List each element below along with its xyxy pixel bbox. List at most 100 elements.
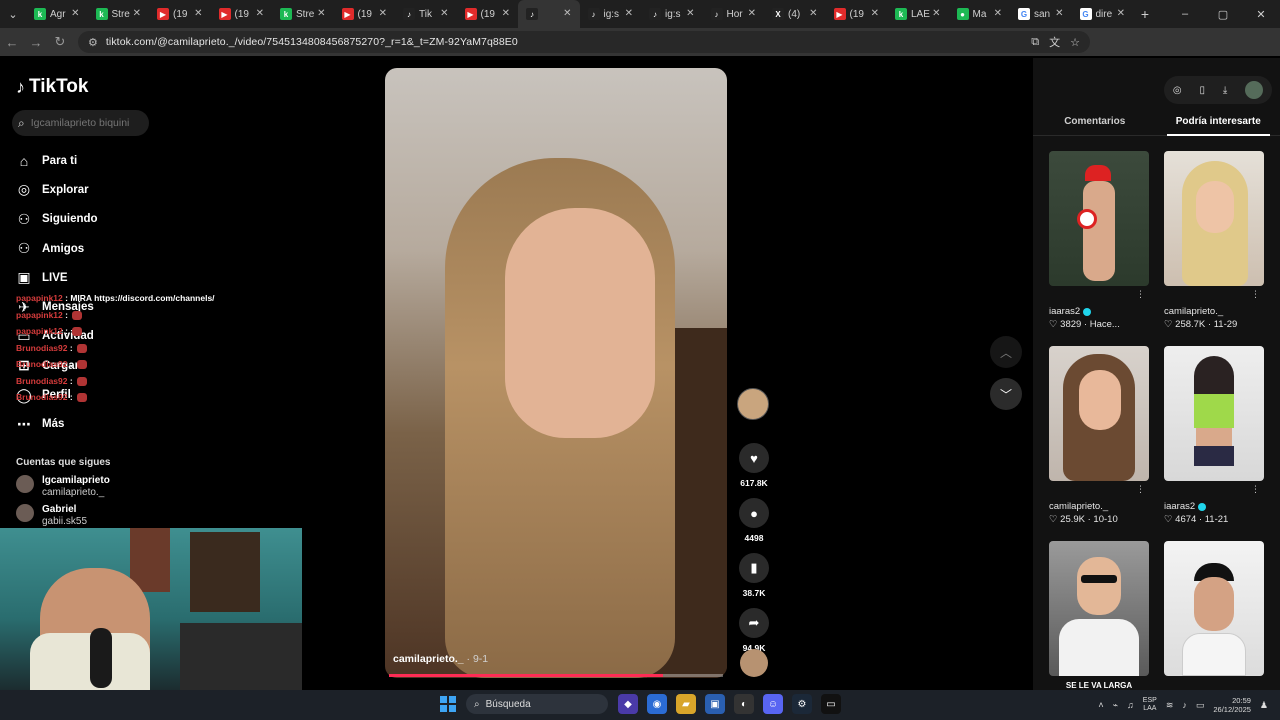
- sidebar-item-explorar[interactable]: ◎ Explorar: [16, 175, 98, 204]
- install-app-icon[interactable]: ⧉: [1031, 36, 1039, 49]
- obs-icon[interactable]: ◐: [734, 694, 754, 714]
- recommended-video-card[interactable]: ⋮ iaaras2 ♡ 4674 · 11-21: [1164, 346, 1264, 541]
- card-author[interactable]: iaaras2: [1164, 501, 1207, 512]
- share-icon[interactable]: ➦: [739, 608, 769, 638]
- sidebar-item-live[interactable]: ▣ LIVE: [16, 263, 98, 292]
- chevron-up-icon[interactable]: ˄: [1098, 700, 1103, 710]
- discord-icon[interactable]: ☺: [763, 694, 783, 714]
- browser-tab[interactable]: X (4) ✕: [764, 0, 826, 28]
- copilot-icon[interactable]: ◆: [618, 694, 638, 714]
- more-options-icon[interactable]: ⋮: [1136, 484, 1145, 495]
- close-tab-icon[interactable]: ✕: [932, 8, 940, 19]
- video-thumbnail[interactable]: [1164, 151, 1264, 286]
- close-tab-icon[interactable]: ✕: [1117, 8, 1125, 19]
- store-icon[interactable]: ▣: [705, 694, 725, 714]
- heart-icon[interactable]: ♥: [739, 443, 769, 473]
- close-window-icon[interactable]: ✕: [1242, 8, 1280, 21]
- browser-tab[interactable]: ♪ ig:s ✕: [641, 0, 703, 28]
- browser-tab[interactable]: k Stre ✕: [88, 0, 150, 28]
- tiktok-logo[interactable]: ♪ TikTok: [16, 76, 88, 98]
- sidebar-item-m-s[interactable]: ⋯ Más: [16, 410, 98, 439]
- recommended-video-card[interactable]: ⋮ camilaprieto._ ♡ 258.7K · 11-29: [1164, 151, 1264, 346]
- sidebar-item-amigos[interactable]: ⚇ Amigos: [16, 234, 98, 263]
- save-action[interactable]: ▮ 38.7K: [737, 553, 771, 598]
- new-tab-button[interactable]: +: [1133, 6, 1157, 22]
- browser-tab[interactable]: ♪ ✕: [518, 0, 580, 28]
- more-options-icon[interactable]: ⋮: [1251, 484, 1260, 495]
- wifi-icon[interactable]: ≋: [1166, 700, 1174, 711]
- clock[interactable]: 20:59 26/12/2025: [1213, 696, 1251, 714]
- following-account[interactable]: lgcamilaprieto camilaprieto._: [16, 475, 110, 499]
- close-tab-icon[interactable]: ✕: [256, 8, 264, 19]
- explore-icon[interactable]: ◎: [1173, 85, 1182, 96]
- video-thumbnail[interactable]: [1049, 151, 1149, 286]
- next-video-icon[interactable]: ﹀: [990, 378, 1022, 410]
- browser-tab[interactable]: k Agr ✕: [26, 0, 88, 28]
- following-account[interactable]: Gabriel gabii.sk55: [16, 504, 87, 528]
- more-options-icon[interactable]: ⋮: [1251, 289, 1260, 300]
- language-indicator[interactable]: ESP LAA: [1143, 697, 1157, 713]
- browser-tab[interactable]: ▶ (19 ✕: [334, 0, 396, 28]
- browser-tab[interactable]: ♪ Hor ✕: [703, 0, 765, 28]
- close-tab-icon[interactable]: ✕: [502, 8, 510, 19]
- browser-tab[interactable]: ▶ (19 ✕: [149, 0, 211, 28]
- previous-video-icon[interactable]: ︿: [990, 336, 1022, 368]
- sidebar-item-para-ti[interactable]: ⌂ Para ti: [16, 146, 98, 175]
- close-tab-icon[interactable]: ✕: [317, 8, 325, 19]
- windows-start-icon[interactable]: [440, 696, 456, 712]
- video-author[interactable]: camilaprieto._: [393, 653, 464, 665]
- close-tab-icon[interactable]: ✕: [686, 8, 694, 19]
- minimize-icon[interactable]: –: [1166, 8, 1204, 20]
- close-tab-icon[interactable]: ✕: [563, 8, 571, 19]
- browser-tab[interactable]: k Stre ✕: [272, 0, 334, 28]
- terminal-icon[interactable]: ▭: [821, 694, 841, 714]
- comment-action[interactable]: ● 4498: [737, 498, 771, 543]
- translate-icon[interactable]: 文: [1049, 34, 1060, 50]
- video-thumbnail[interactable]: [1164, 346, 1264, 481]
- volume-icon[interactable]: ♪: [1182, 700, 1187, 710]
- card-author[interactable]: camilaprieto._: [1164, 306, 1223, 317]
- download-icon[interactable]: ⤓: [1223, 85, 1227, 96]
- close-tab-icon[interactable]: ✕: [440, 8, 448, 19]
- recommended-video-card[interactable]: ⋮ camilaprieto._ ♡ 25.9K · 10-10: [1049, 346, 1149, 541]
- sidebar-item-siguiendo[interactable]: ⚇ Siguiendo: [16, 205, 98, 234]
- close-tab-icon[interactable]: ✕: [625, 8, 633, 19]
- browser-tab[interactable]: ♪ Tik ✕: [395, 0, 457, 28]
- browser-tab[interactable]: ▶ (19 ✕: [457, 0, 519, 28]
- browser-tab[interactable]: ● Ma ✕: [949, 0, 1011, 28]
- device-icon[interactable]: ▯: [1199, 85, 1205, 96]
- battery-icon[interactable]: ▭: [1196, 700, 1205, 711]
- tab-comentarios[interactable]: Comentarios: [1033, 114, 1157, 135]
- sound-avatar[interactable]: [740, 649, 768, 677]
- user-avatar[interactable]: [1245, 81, 1264, 99]
- close-tab-icon[interactable]: ✕: [1055, 8, 1063, 19]
- url-bar[interactable]: ⚙ tiktok.com/@camilaprieto._/video/75451…: [78, 31, 1090, 53]
- browser-tab[interactable]: ▶ (19 ✕: [211, 0, 273, 28]
- notification-bell-icon[interactable]: ♟: [1260, 700, 1268, 711]
- recommended-video-card[interactable]: ⋮ iaaras2 ♡ 3829 · Hace...: [1049, 151, 1149, 346]
- creator-avatar[interactable]: [737, 388, 769, 420]
- reload-icon[interactable]: ↻: [48, 34, 72, 50]
- maximize-icon[interactable]: ▢: [1204, 8, 1242, 21]
- more-options-icon[interactable]: ⋮: [1136, 289, 1145, 300]
- bookmark-icon[interactable]: ▮: [739, 553, 769, 583]
- search-box[interactable]: ⌕: [12, 110, 149, 136]
- tab-search-icon[interactable]: ⌄: [0, 0, 26, 28]
- video-thumbnail[interactable]: [1049, 346, 1149, 481]
- browser-tab[interactable]: ♪ ig:s ✕: [580, 0, 642, 28]
- like-action[interactable]: ♥ 617.8K: [737, 443, 771, 488]
- tab-podria-interesarte[interactable]: Podría interesarte: [1157, 114, 1280, 136]
- browser-tab[interactable]: k LAE ✕: [887, 0, 949, 28]
- card-author[interactable]: camilaprieto._: [1049, 501, 1108, 512]
- close-tab-icon[interactable]: ✕: [809, 8, 817, 19]
- bookmark-star-icon[interactable]: ☆: [1070, 36, 1080, 49]
- close-tab-icon[interactable]: ✕: [379, 8, 387, 19]
- comment-icon[interactable]: ●: [739, 498, 769, 528]
- mic-icon[interactable]: ♫: [1127, 700, 1134, 710]
- close-tab-icon[interactable]: ✕: [71, 8, 79, 19]
- back-icon[interactable]: ←: [0, 35, 24, 50]
- video-thumbnail[interactable]: [1164, 541, 1264, 676]
- close-tab-icon[interactable]: ✕: [871, 8, 879, 19]
- network-icon[interactable]: ⌁: [1113, 700, 1118, 711]
- search-input[interactable]: [30, 117, 131, 129]
